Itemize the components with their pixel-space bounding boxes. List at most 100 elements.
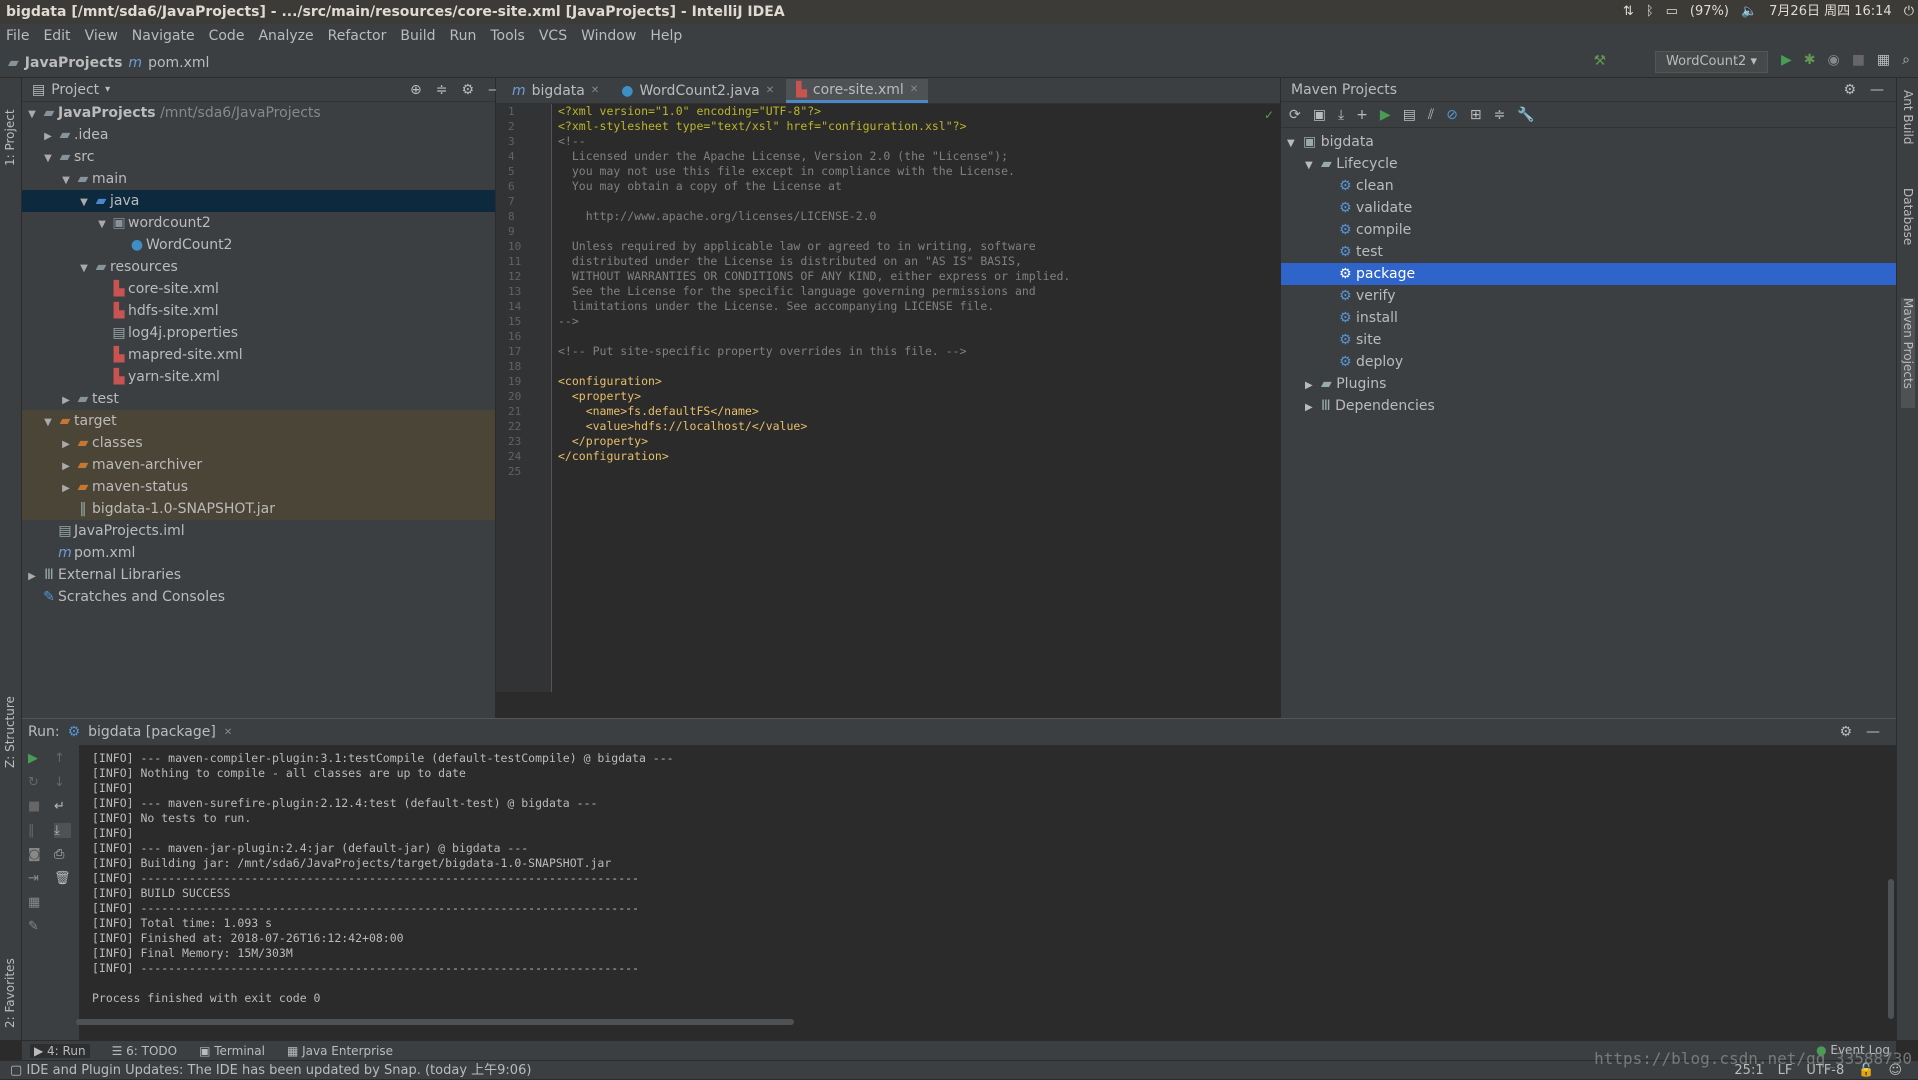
breadcrumb-project[interactable]: JavaProjects: [25, 55, 123, 71]
bluetooth-icon[interactable]: ᛒ: [1646, 0, 1654, 24]
expand-arrow-icon[interactable]: ▼: [94, 214, 110, 236]
tree-row-maven-status[interactable]: ▶ ▰ maven-status: [22, 476, 495, 498]
project-structure-icon[interactable]: ▦: [1877, 52, 1890, 68]
coverage-icon[interactable]: ◉: [1827, 52, 1839, 68]
menu-code[interactable]: Code: [209, 28, 245, 44]
tree-row-core-site[interactable]: ▙ core-site.xml: [22, 278, 495, 300]
pin-icon[interactable]: ✎: [28, 919, 41, 934]
search-icon[interactable]: ⌕: [1902, 52, 1910, 68]
collapsed-arrow-icon[interactable]: ▶: [58, 390, 74, 412]
menu-window[interactable]: Window: [581, 28, 636, 44]
soft-wrap-icon[interactable]: ↵: [54, 799, 71, 814]
terminal-tool-tab[interactable]: ▣ Terminal: [199, 1044, 265, 1058]
collapsed-arrow-icon[interactable]: ▶: [58, 456, 74, 478]
tree-row-java[interactable]: ▼ ▰ java: [22, 190, 495, 212]
project-view-select[interactable]: Project: [51, 82, 99, 98]
menu-navigate[interactable]: Navigate: [132, 28, 195, 44]
tree-row-pom[interactable]: m pom.xml: [22, 542, 495, 564]
maven-plugins[interactable]: ▶ ▰ Plugins: [1281, 373, 1896, 395]
expand-arrow-icon[interactable]: ▼: [76, 258, 92, 280]
debug-icon[interactable]: ✱: [1804, 52, 1816, 68]
tree-row-test[interactable]: ▶ ▰ test: [22, 388, 495, 410]
collapse-icon[interactable]: ≑: [436, 82, 448, 98]
menu-refactor[interactable]: Refactor: [328, 28, 387, 44]
maven-goal-compile[interactable]: ⚙ compile: [1281, 219, 1896, 241]
expand-arrow-icon[interactable]: ▼: [40, 412, 56, 434]
print-icon[interactable]: ⎙: [54, 847, 71, 862]
tree-row-root[interactable]: ▼ ▰ JavaProjects /mnt/sda6/JavaProjects: [22, 102, 495, 124]
rerun-failed-icon[interactable]: ↻: [28, 775, 41, 790]
settings-wrench-icon[interactable]: 🔧: [1517, 107, 1534, 123]
favorites-tool-button[interactable]: 2: Favorites: [3, 938, 17, 1028]
ant-build-tool-button[interactable]: Ant Build: [1901, 90, 1915, 170]
scroll-to-end-icon[interactable]: ⤓: [54, 823, 71, 838]
menu-help[interactable]: Help: [650, 28, 682, 44]
gear-icon[interactable]: ⚙: [1843, 82, 1856, 98]
tree-row-external-libraries[interactable]: ▶ Ⅲ External Libraries: [22, 564, 495, 586]
expand-arrow-icon[interactable]: ▼: [40, 148, 56, 170]
menu-edit[interactable]: Edit: [43, 28, 70, 44]
tree-row-hdfs-site[interactable]: ▙ hdfs-site.xml: [22, 300, 495, 322]
maven-goal-clean[interactable]: ⚙ clean: [1281, 175, 1896, 197]
expand-arrow-icon[interactable]: ▼: [1287, 133, 1303, 155]
tab-core-site-xml[interactable]: ▙ core-site.xml ✕: [786, 78, 929, 103]
database-tool-button[interactable]: Database: [1901, 188, 1915, 268]
down-arrow-icon[interactable]: ↓: [54, 775, 71, 790]
add-icon[interactable]: +: [1356, 107, 1368, 123]
breadcrumb-file[interactable]: pom.xml: [148, 55, 209, 71]
code-area[interactable]: <?xml version="1.0" encoding="UTF-8"?> <?…: [558, 104, 1280, 479]
tree-row-log4j[interactable]: ▤ log4j.properties: [22, 322, 495, 344]
skip-tests-icon[interactable]: ⊘: [1446, 107, 1458, 123]
tree-row-yarn-site[interactable]: ▙ yarn-site.xml: [22, 366, 495, 388]
vertical-scrollbar[interactable]: [1888, 879, 1894, 1019]
project-tool-button[interactable]: 1: Project: [3, 86, 17, 166]
toggle-offline-icon[interactable]: ⫽: [1428, 107, 1434, 123]
gear-icon[interactable]: ⚙: [1839, 724, 1852, 740]
chevron-down-icon[interactable]: ▾: [105, 84, 110, 95]
structure-tool-button[interactable]: Z: Structure: [3, 678, 17, 768]
java-enterprise-tool-tab[interactable]: ▦ Java Enterprise: [287, 1044, 393, 1058]
up-arrow-icon[interactable]: ↑: [54, 751, 71, 766]
maven-lifecycle[interactable]: ▼ ▰ Lifecycle: [1281, 153, 1896, 175]
tree-row-src[interactable]: ▼ ▰ src: [22, 146, 495, 168]
close-icon[interactable]: ✕: [910, 78, 918, 102]
menu-build[interactable]: Build: [400, 28, 435, 44]
volume-icon[interactable]: 🔈: [1741, 0, 1757, 24]
clock[interactable]: 7月26日 周四 16:14: [1769, 0, 1892, 24]
run-icon[interactable]: ▶: [1380, 107, 1391, 123]
maven-goal-install[interactable]: ⚙ install: [1281, 307, 1896, 329]
tree-row-wordcount2-class[interactable]: ● WordCount2: [22, 234, 495, 256]
collapsed-arrow-icon[interactable]: ▶: [1305, 375, 1321, 397]
run-configuration-select[interactable]: WordCount2 ▾: [1655, 51, 1768, 73]
minimize-icon[interactable]: —: [1870, 82, 1884, 98]
collapsed-arrow-icon[interactable]: ▶: [58, 478, 74, 500]
gear-icon[interactable]: ⚙: [461, 82, 474, 98]
layout-icon[interactable]: ▦: [28, 895, 41, 910]
tree-row-mapred-site[interactable]: ▙ mapred-site.xml: [22, 344, 495, 366]
menu-tools[interactable]: Tools: [490, 28, 525, 44]
execute-goal-icon[interactable]: ▤: [1403, 107, 1416, 123]
power-icon[interactable]: ⏻: [1904, 0, 1914, 24]
maven-goal-test[interactable]: ⚙ test: [1281, 241, 1896, 263]
stop-icon[interactable]: ■: [1852, 52, 1865, 68]
maven-goal-verify[interactable]: ⚙ verify: [1281, 285, 1896, 307]
collapsed-arrow-icon[interactable]: ▶: [58, 434, 74, 456]
rerun-icon[interactable]: ▶: [28, 751, 41, 766]
tree-row-wordcount2-package[interactable]: ▼ ▣ wordcount2: [22, 212, 495, 234]
tree-row-jar[interactable]: ‖ bigdata-1.0-SNAPSHOT.jar: [22, 498, 495, 520]
minimize-icon[interactable]: —: [1866, 724, 1880, 740]
stop-icon[interactable]: ■: [28, 799, 41, 814]
maven-goal-validate[interactable]: ⚙ validate: [1281, 197, 1896, 219]
expand-arrow-icon[interactable]: ▼: [58, 170, 74, 192]
menu-view[interactable]: View: [85, 28, 118, 44]
maven-goal-package[interactable]: ⚙ package: [1281, 263, 1896, 285]
expand-arrow-icon[interactable]: ▼: [24, 104, 40, 126]
maven-goal-site[interactable]: ⚙ site: [1281, 329, 1896, 351]
tree-row-idea[interactable]: ▶ ▰ .idea: [22, 124, 495, 146]
tree-row-maven-archiver[interactable]: ▶ ▰ maven-archiver: [22, 454, 495, 476]
download-icon[interactable]: ⤓: [1338, 107, 1344, 123]
build-hammer-icon[interactable]: ⚒: [1593, 53, 1606, 69]
collapsed-arrow-icon[interactable]: ▶: [1305, 397, 1321, 419]
tab-bigdata[interactable]: m bigdata ✕: [502, 79, 609, 103]
pause-icon[interactable]: ‖: [28, 823, 41, 838]
